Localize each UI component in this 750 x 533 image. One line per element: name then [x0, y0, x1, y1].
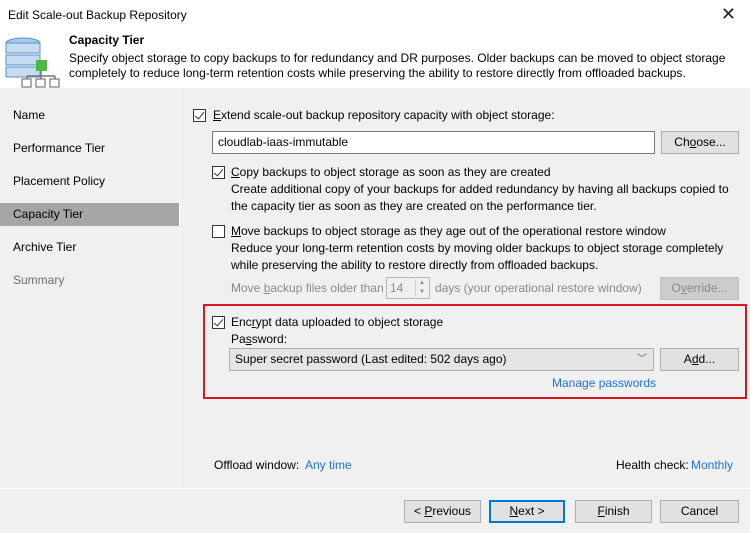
offload-window-label: Offload window:: [214, 458, 300, 472]
step-name[interactable]: Name: [0, 104, 179, 127]
days-stepper[interactable]: 14 ▲ ▼: [386, 277, 430, 299]
repository-field[interactable]: cloudlab-iaas-immutable: [212, 131, 655, 154]
add-password-button[interactable]: Add...: [660, 348, 739, 371]
copy-checkbox[interactable]: [212, 166, 225, 179]
copy-description: Create additional copy of your backups f…: [231, 182, 729, 213]
move-label[interactable]: Move backups to object storage as they a…: [231, 224, 666, 238]
previous-button[interactable]: < Previous: [404, 500, 481, 523]
footer-divider: [0, 488, 750, 489]
close-icon[interactable]: ✕: [721, 4, 736, 24]
page-header: Capacity Tier Specify object storage to …: [0, 30, 750, 88]
stepper-arrows-icon[interactable]: ▲ ▼: [415, 279, 428, 297]
finish-button[interactable]: Finish: [575, 500, 652, 523]
page-title: Capacity Tier: [69, 33, 145, 47]
sidebar-divider: [179, 88, 180, 488]
step-placement-policy[interactable]: Placement Policy: [0, 170, 179, 193]
move-checkbox[interactable]: [212, 225, 225, 238]
page-description: Specify object storage to copy backups t…: [69, 51, 726, 80]
health-check-label: Health check:: [616, 458, 689, 472]
password-label: Password:: [231, 332, 288, 346]
move-description: Reduce your long-term retention costs by…: [231, 241, 724, 272]
copy-label[interactable]: Copy backups to object storage as soon a…: [231, 165, 551, 179]
days-suffix: days (your operational restore window): [435, 281, 642, 295]
database-hierarchy-icon: [5, 37, 60, 88]
override-button: Override...: [660, 277, 739, 300]
days-value: 14: [390, 281, 404, 295]
choose-button[interactable]: Choose...: [661, 131, 739, 154]
manage-passwords-link[interactable]: Manage passwords: [552, 376, 656, 390]
next-button[interactable]: Next >: [489, 500, 565, 523]
health-check-link[interactable]: Monthly: [691, 458, 733, 472]
password-selected: Super secret password (Last edited: 502 …: [235, 352, 507, 366]
encrypt-checkbox[interactable]: [212, 316, 225, 329]
window-title: Edit Scale-out Backup Repository: [8, 8, 187, 22]
encrypt-label[interactable]: Encrypt data uploaded to object storage: [231, 315, 443, 329]
step-archive-tier[interactable]: Archive Tier: [0, 236, 179, 259]
extend-label[interactable]: Extend scale-out backup repository capac…: [213, 108, 555, 122]
step-capacity-tier[interactable]: Capacity Tier: [0, 203, 179, 226]
extend-checkbox[interactable]: [193, 109, 206, 122]
step-summary: Summary: [13, 273, 65, 287]
password-dropdown[interactable]: Super secret password (Last edited: 502 …: [229, 348, 654, 371]
step-performance-tier[interactable]: Performance Tier: [0, 137, 179, 160]
cancel-button[interactable]: Cancel: [660, 500, 739, 523]
wizard-steps: Name Performance Tier Placement Policy C…: [0, 88, 179, 488]
title-bar: Edit Scale-out Backup Repository ✕: [0, 0, 750, 30]
offload-window-link[interactable]: Any time: [305, 458, 352, 472]
chevron-down-icon[interactable]: ﹀: [637, 349, 647, 370]
move-older-label: Move backup files older than: [231, 281, 384, 295]
